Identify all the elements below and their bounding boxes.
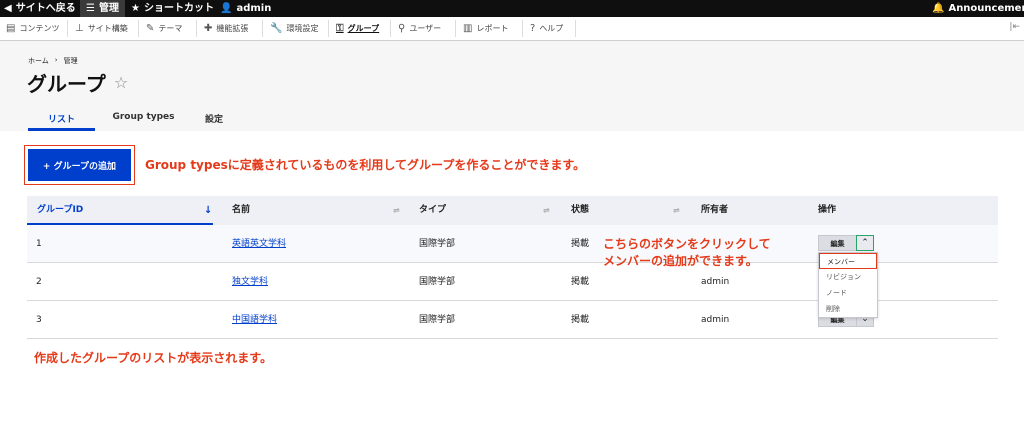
edit-button[interactable]: 編集 [818, 235, 856, 251]
cell-type: 国際学部 [419, 315, 456, 325]
menu-icon: ☰ [86, 3, 95, 14]
sort-desc-icon[interactable]: ↓ [204, 196, 212, 225]
tray-item-help[interactable]: ? ヘルプ [530, 17, 563, 40]
breadcrumb-home[interactable]: ホーム [28, 56, 49, 66]
add-button-highlight: + グループの追加 [24, 145, 135, 185]
breadcrumb: ホーム › 管理 [28, 56, 78, 66]
tray-item-config[interactable]: 🔧 環境設定 [270, 17, 318, 40]
cell-id: 2 [36, 277, 42, 287]
bar-chart-icon: ▥ [463, 23, 473, 34]
col-group-id[interactable]: グループID [27, 196, 213, 225]
bell-icon: 🔔 [932, 3, 945, 14]
manage-link[interactable]: ☰ 管理 [80, 0, 125, 17]
help-icon: ? [530, 23, 536, 34]
group-icon: ⚿ [336, 23, 344, 34]
tray-item-theme[interactable]: ✎ テーマ [146, 17, 182, 40]
announcements-link[interactable]: 🔔 Announcements [932, 0, 1024, 17]
sitemap-icon: ⊥ [75, 23, 84, 34]
group-name-link[interactable]: 中国語学科 [232, 315, 277, 325]
tray-item-reports[interactable]: ▥ レポート [463, 17, 508, 40]
table-header: グループID ↓ 名前 ⇌ タイプ ⇌ 状態 ⇌ 所有者 操作 [27, 196, 998, 225]
sort-icon[interactable]: ⇌ [543, 196, 550, 225]
tray-item-structure[interactable]: ⊥ サイト構築 [75, 17, 128, 40]
user-link[interactable]: 👤 admin [220, 0, 271, 17]
tray-item-group[interactable]: ⚿ グループ [336, 17, 379, 40]
sort-icon[interactable]: ⇌ [673, 196, 680, 225]
add-group-button[interactable]: + グループの追加 [28, 149, 131, 181]
menu-item-nodes[interactable]: ノード [819, 285, 877, 301]
cell-id: 3 [36, 315, 42, 325]
group-name-link[interactable]: 独文学科 [232, 277, 268, 287]
cell-status: 掲載 [571, 315, 590, 325]
sort-icon[interactable]: ⇌ [393, 196, 400, 225]
col-status[interactable]: 状態 [571, 196, 589, 225]
tab-settings[interactable]: 設定 [192, 108, 236, 131]
menu-item-revisions[interactable]: リビジョン [819, 269, 877, 285]
people-icon: ⚲ [398, 23, 406, 34]
breadcrumb-separator: › [54, 56, 58, 64]
cell-type: 国際学部 [419, 239, 456, 249]
annotation-bottom: 作成したグループのリストが表示されます。 [34, 351, 273, 365]
wrench-icon: 🔧 [270, 23, 283, 34]
annotation-dropdown: こちらのボタンをクリックして メンバーの追加ができます。 [603, 237, 771, 268]
back-to-site-link[interactable]: ◀ サイトへ戻る [4, 0, 76, 17]
puzzle-icon: ✚ [204, 23, 213, 34]
tab-group-types[interactable]: Group types [95, 108, 192, 131]
cell-id: 1 [36, 239, 42, 249]
cell-status: 掲載 [571, 239, 590, 249]
annotation-top: Group typesに定義されているものを利用してグループを作ることができます… [145, 158, 586, 172]
collapse-tray-icon[interactable]: |⇤ [1009, 22, 1020, 32]
breadcrumb-admin[interactable]: 管理 [64, 56, 78, 66]
admin-tray: ▤ コンテンツ ⊥ サイト構築 ✎ テーマ ✚ 機能拡張 🔧 環境設定 ⚿ グル… [0, 17, 1024, 41]
user-icon: 👤 [220, 3, 233, 14]
cell-type: 国際学部 [419, 277, 456, 287]
page-title: グループ ☆ [27, 72, 129, 96]
operations-menu: メンバー リビジョン ノード 削除 [818, 252, 878, 318]
operations-dropbutton: 編集 ⌃ [818, 235, 874, 251]
brush-icon: ✎ [146, 23, 155, 34]
admin-toolbar: ◀ サイトへ戻る ☰ 管理 ★ ショートカット 👤 admin 🔔 Announ… [0, 0, 1024, 17]
col-type[interactable]: タイプ [419, 196, 446, 225]
cell-owner: admin [701, 315, 730, 325]
tray-item-people[interactable]: ⚲ ユーザー [398, 17, 441, 40]
col-owner: 所有者 [701, 205, 729, 215]
col-name[interactable]: 名前 [232, 196, 250, 225]
tray-item-content[interactable]: ▤ コンテンツ [6, 17, 59, 40]
chevron-up-icon[interactable]: ⌃ [856, 235, 874, 251]
tab-list[interactable]: リスト [28, 108, 95, 131]
tray-item-extend[interactable]: ✚ 機能拡張 [204, 17, 248, 40]
col-operations: 操作 [818, 205, 837, 215]
group-name-link[interactable]: 英語英文学科 [232, 239, 286, 249]
shortcuts-link[interactable]: ★ ショートカット [131, 0, 214, 17]
menu-item-delete[interactable]: 削除 [819, 301, 877, 317]
menu-item-members[interactable]: メンバー [819, 253, 877, 269]
shortcut-star-icon[interactable]: ☆ [114, 73, 128, 92]
file-icon: ▤ [6, 23, 16, 34]
cell-status: 掲載 [571, 277, 590, 287]
tabs: リスト Group types 設定 [28, 108, 236, 131]
back-arrow-icon: ◀ [4, 3, 12, 14]
page-header: ホーム › 管理 グループ ☆ リスト Group types 設定 [0, 41, 1024, 131]
star-icon: ★ [131, 3, 140, 14]
